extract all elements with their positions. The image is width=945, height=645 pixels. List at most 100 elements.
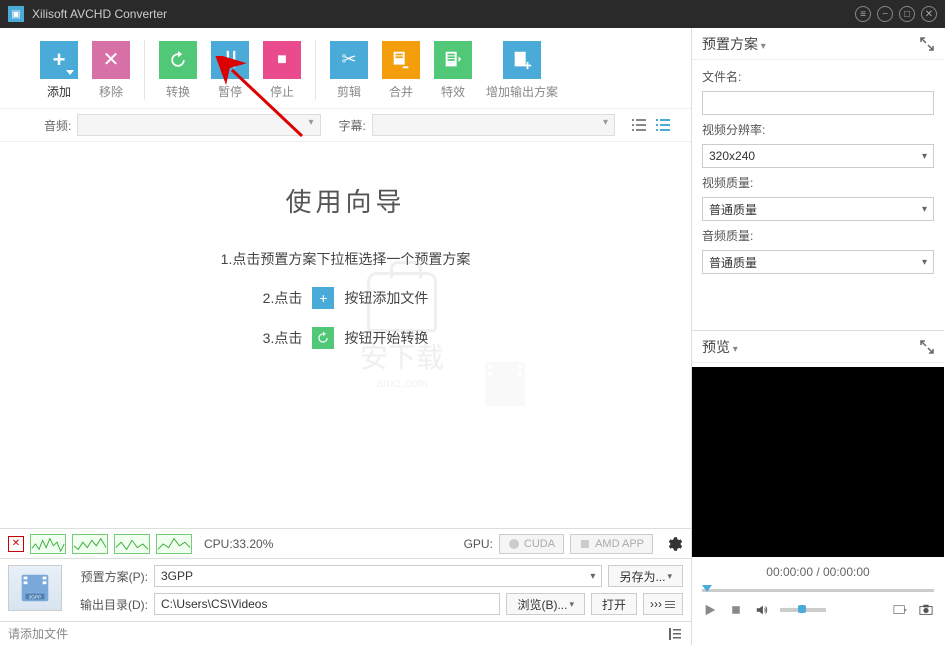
add-icon [40, 41, 78, 79]
expand-preview-icon[interactable] [920, 340, 934, 354]
separator [315, 40, 316, 100]
output-dir-input[interactable]: C:\Users\CS\Videos [154, 593, 500, 615]
preview-panel: 预览 00:00:00 / 00:00:00 [692, 330, 944, 625]
cpu-disable-button[interactable]: ✕ [8, 536, 24, 552]
cut-button[interactable]: 剪辑 [330, 41, 368, 100]
cpu-gpu-row: ✕ CPU:33.20% GPU: CUDA AMD APP [0, 528, 691, 558]
video-quality-label: 视频质量: [702, 174, 934, 191]
cpu-core-graph [72, 534, 108, 554]
preview-seek-slider[interactable] [692, 585, 944, 595]
preview-controls [692, 595, 944, 625]
remove-button[interactable]: 移除 [92, 41, 130, 100]
remove-label: 移除 [99, 83, 123, 100]
preset-panel-header: 预置方案 [692, 28, 944, 60]
snapshot-button[interactable] [918, 602, 934, 618]
app-icon: ▣ [8, 6, 24, 22]
save-as-button[interactable]: 另存为... [608, 565, 683, 587]
cuda-button[interactable]: CUDA [499, 534, 564, 554]
convert-icon [159, 41, 197, 79]
audio-subtitle-row: 音频: 字幕: [0, 108, 691, 142]
add-label: 添加 [47, 83, 71, 100]
add-profile-button[interactable]: 增加输出方案 [486, 41, 558, 100]
resolution-select[interactable]: 320x240 [702, 144, 934, 168]
wizard-step-3: 3.点击 按钮开始转换 [263, 327, 429, 349]
add-small-icon: + [312, 287, 334, 309]
preview-time: 00:00:00 / 00:00:00 [692, 559, 944, 585]
subtitle-label: 字幕: [339, 117, 366, 134]
window-buttons: ≡ − □ ✕ [855, 6, 937, 22]
convert-small-icon [312, 327, 334, 349]
separator [144, 40, 145, 100]
stop-label: 停止 [270, 83, 294, 100]
play-button[interactable] [702, 602, 718, 618]
filename-label: 文件名: [702, 68, 934, 85]
list-view-button[interactable] [631, 117, 647, 133]
profile-select[interactable]: 3GPP [154, 565, 602, 587]
pause-button[interactable]: 暂停 [211, 41, 249, 100]
filename-input[interactable] [702, 91, 934, 115]
cpu-settings-button[interactable] [665, 535, 683, 553]
amd-app-button[interactable]: AMD APP [570, 534, 653, 554]
effects-label: 特效 [441, 83, 465, 100]
title-bar: ▣ Xilisoft AVCHD Converter ≡ − □ ✕ [0, 0, 945, 28]
close-button[interactable]: ✕ [921, 6, 937, 22]
volume-icon[interactable] [754, 602, 770, 618]
maximize-button[interactable]: □ [899, 6, 915, 22]
merge-icon [382, 41, 420, 79]
video-quality-select[interactable]: 普通质量 [702, 197, 934, 221]
main-panel: 添加 移除 转换 暂停 [0, 28, 692, 645]
cut-label: 剪辑 [337, 83, 361, 100]
gpu-label: GPU: [464, 537, 493, 551]
output-settings: 3GPP 预置方案(P): 3GPP 另存为... 输出目录(D): C:\Us… [0, 558, 691, 621]
remove-icon [92, 41, 130, 79]
film-placeholder-icon [480, 354, 530, 410]
detail-view-button[interactable] [655, 117, 671, 133]
loop-button[interactable] [892, 602, 908, 618]
advanced-button[interactable]: ››› [643, 593, 683, 615]
side-panel: 预置方案 文件名: 视频分辨率: 320x240 视频质量: 普通质量 音频质量… [692, 28, 944, 645]
cpu-usage-label: CPU:33.20% [204, 537, 273, 551]
cut-icon [330, 41, 368, 79]
wizard-title: 使用向导 [285, 182, 405, 219]
resolution-label: 视频分辨率: [702, 121, 934, 138]
open-button[interactable]: 打开 [591, 593, 637, 615]
settings-menu-button[interactable]: ≡ [855, 6, 871, 22]
add-button[interactable]: 添加 [40, 41, 78, 100]
add-profile-icon [503, 41, 541, 79]
cpu-core-graph [30, 534, 66, 554]
merge-label: 合并 [389, 83, 413, 100]
stop-preview-button[interactable] [728, 602, 744, 618]
volume-slider[interactable] [780, 608, 826, 612]
wizard-step-2: 2.点击 + 按钮添加文件 [263, 287, 429, 309]
status-list-icon[interactable] [667, 626, 683, 642]
add-profile-label: 增加输出方案 [486, 83, 558, 100]
audio-select[interactable] [77, 114, 320, 136]
cpu-core-graph [114, 534, 150, 554]
profile-thumbnail: 3GPP [8, 565, 62, 611]
subtitle-select[interactable] [372, 114, 615, 136]
preset-title[interactable]: 预置方案 [702, 34, 920, 54]
output-dir-label: 输出目录(D): [70, 596, 148, 613]
cpu-core-graph [156, 534, 192, 554]
audio-quality-label: 音频质量: [702, 227, 934, 244]
toolbar: 添加 移除 转换 暂停 [0, 28, 691, 108]
merge-button[interactable]: 合并 [382, 41, 420, 100]
preset-panel-body: 文件名: 视频分辨率: 320x240 视频质量: 普通质量 音频质量: 普通质… [692, 60, 944, 282]
effects-button[interactable]: 特效 [434, 41, 472, 100]
convert-label: 转换 [166, 83, 190, 100]
preview-video-area [692, 367, 944, 557]
status-bar: 请添加文件 [0, 621, 691, 645]
effects-icon [434, 41, 472, 79]
pause-label: 暂停 [218, 83, 242, 100]
browse-button[interactable]: 浏览(B)... [506, 593, 585, 615]
minimize-button[interactable]: − [877, 6, 893, 22]
svg-text:3GPP: 3GPP [29, 594, 42, 600]
expand-preset-icon[interactable] [920, 37, 934, 51]
preview-title: 预览 [702, 337, 920, 357]
convert-button[interactable]: 转换 [159, 41, 197, 100]
app-title: Xilisoft AVCHD Converter [32, 7, 855, 21]
pause-icon [211, 41, 249, 79]
stop-button[interactable]: 停止 [263, 41, 301, 100]
audio-quality-select[interactable]: 普通质量 [702, 250, 934, 274]
profile-label: 预置方案(P): [70, 568, 148, 585]
